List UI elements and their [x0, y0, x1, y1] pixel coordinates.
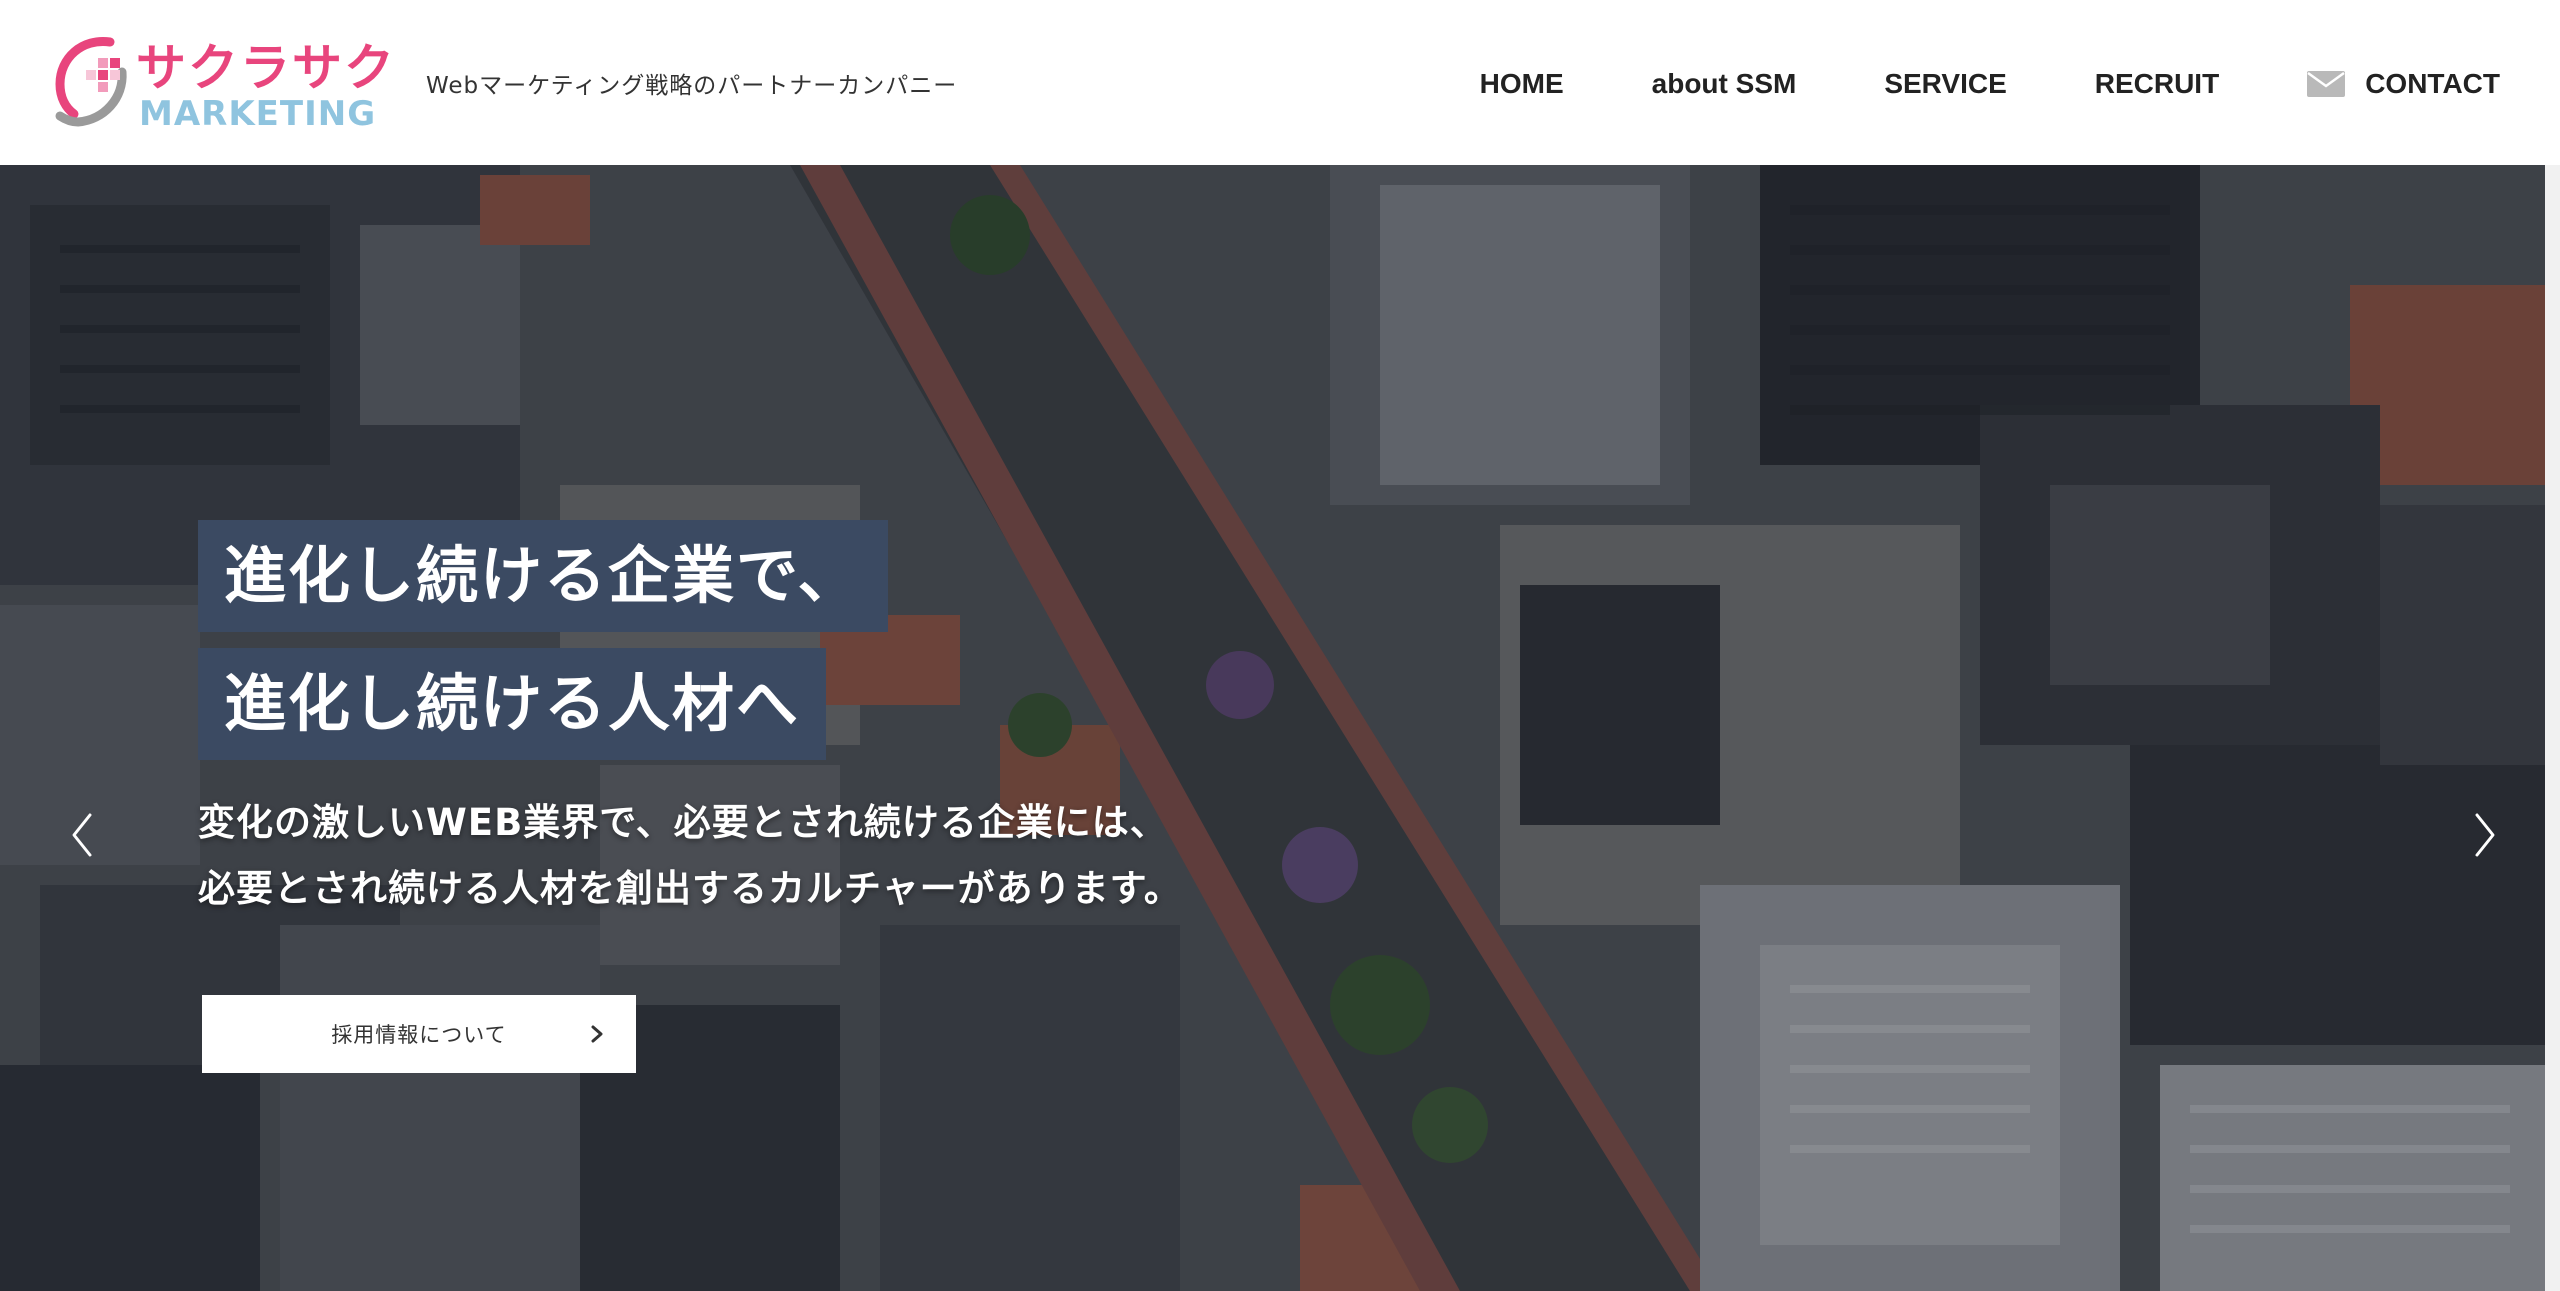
site-logo[interactable]: サクラサク MARKETING	[52, 30, 394, 140]
nav-about[interactable]: about SSM	[1652, 68, 1797, 100]
slider-prev-arrow-icon[interactable]	[62, 805, 102, 865]
nav-contact-label: CONTACT	[2365, 68, 2500, 99]
slider-next-arrow-icon[interactable]	[2465, 805, 2505, 865]
hero-subcopy-line-1: 変化の激しいWEB業界で、必要とされ続ける企業には、	[198, 801, 1168, 844]
logo-text-en: MARKETING	[139, 94, 377, 134]
chevron-right-icon	[591, 1025, 603, 1043]
hero-slider: 進化し続ける企業で、 進化し続ける人材へ 変化の激しいWEB業界で、必要とされ続…	[0, 165, 2545, 1291]
nav-home[interactable]: HOME	[1480, 68, 1564, 100]
nav-recruit[interactable]: RECRUIT	[2095, 68, 2219, 100]
logo-text-jp: サクラサク	[136, 39, 396, 97]
recruit-info-button-label: 採用情報について	[331, 1023, 507, 1047]
nav-service[interactable]: SERVICE	[1884, 68, 2006, 100]
hero-headline-line-2: 進化し続ける人材へ	[198, 648, 827, 760]
hero-subcopy: 変化の激しいWEB業界で、必要とされ続ける企業には、 必要とされ続ける人材を創出…	[198, 790, 1182, 922]
main-nav: HOME about SSM SERVICE RECRUIT CONTACT	[1480, 62, 2500, 106]
mail-icon	[2307, 71, 2346, 97]
recruit-info-button[interactable]: 採用情報について	[202, 995, 636, 1073]
logo-mark-icon	[55, 37, 127, 127]
hero-subcopy-line-2: 必要とされ続ける人材を創出するカルチャーがあります。	[198, 867, 1182, 910]
page-scrollbar[interactable]	[2545, 165, 2560, 1291]
hero-headline-line-1: 進化し続ける企業で、	[198, 520, 888, 632]
site-header: サクラサク MARKETING Webマーケティング戦略のパートナーカンパニー …	[0, 0, 2560, 165]
nav-contact[interactable]: CONTACT	[2307, 68, 2500, 100]
site-tagline: Webマーケティング戦略のパートナーカンパニー	[426, 73, 958, 99]
